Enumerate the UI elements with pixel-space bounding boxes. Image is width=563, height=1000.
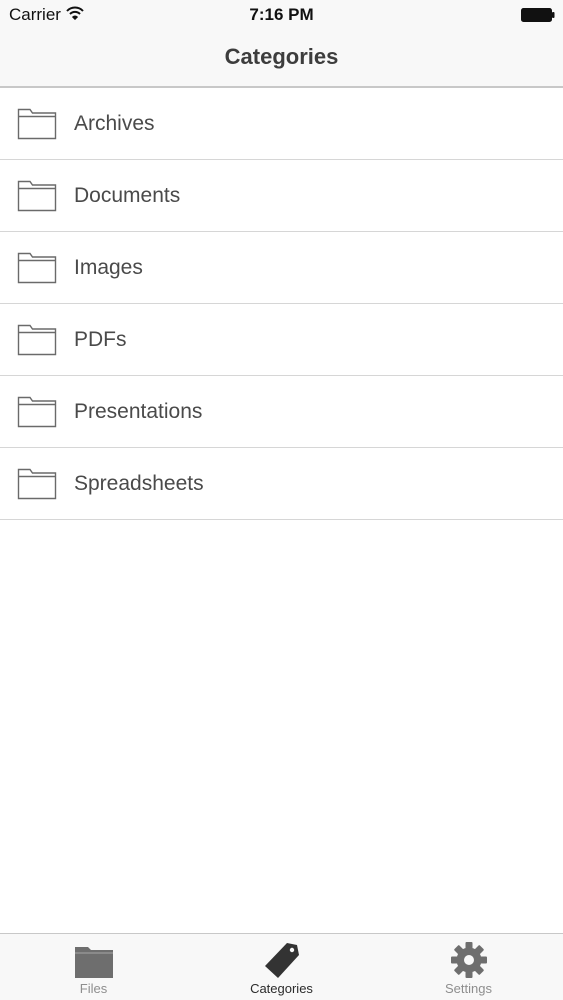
list-item-label: Documents <box>74 184 181 207</box>
navigation-bar: Categories <box>0 30 563 88</box>
gear-icon <box>450 942 487 978</box>
categories-screen: Carrier 7:16 PM Categories Archives Docu… <box>0 0 563 1000</box>
list-item-label: PDFs <box>74 328 127 351</box>
status-time: 7:16 PM <box>249 5 314 24</box>
list-item-label: Archives <box>74 112 155 135</box>
list-item-spreadsheets[interactable]: Spreadsheets <box>0 448 563 520</box>
list-item-documents[interactable]: Documents <box>0 160 563 232</box>
page-title: Categories <box>224 44 339 69</box>
battery-icon <box>521 8 555 22</box>
list-item-pdfs[interactable]: PDFs <box>0 304 563 376</box>
folder-icon <box>17 108 57 140</box>
tab-label: Files <box>79 981 108 996</box>
list-item-archives[interactable]: Archives <box>0 88 563 160</box>
tab-label: Categories <box>250 981 313 996</box>
list-item-presentations[interactable]: Presentations <box>0 376 563 448</box>
tab-categories[interactable]: Categories <box>188 934 375 1000</box>
tag-icon <box>264 943 299 978</box>
folder-icon <box>17 180 57 212</box>
folder-icon <box>17 324 57 356</box>
folder-icon <box>17 396 57 428</box>
tab-bar: Files Categories Settings <box>0 933 563 1000</box>
list-item-images[interactable]: Images <box>0 232 563 304</box>
list-item-label: Spreadsheets <box>74 472 204 495</box>
list-item-label: Presentations <box>74 400 203 423</box>
tab-label: Settings <box>445 981 492 996</box>
folder-filled-icon <box>74 947 113 978</box>
tab-settings[interactable]: Settings <box>375 934 562 1000</box>
folder-icon <box>17 468 57 500</box>
tab-files[interactable]: Files <box>0 934 187 1000</box>
list-item-label: Images <box>74 256 143 279</box>
folder-icon <box>17 252 57 284</box>
category-list: Archives Documents Images PDFs Presentat… <box>0 88 563 520</box>
status-bar: Carrier 7:16 PM <box>0 0 563 30</box>
